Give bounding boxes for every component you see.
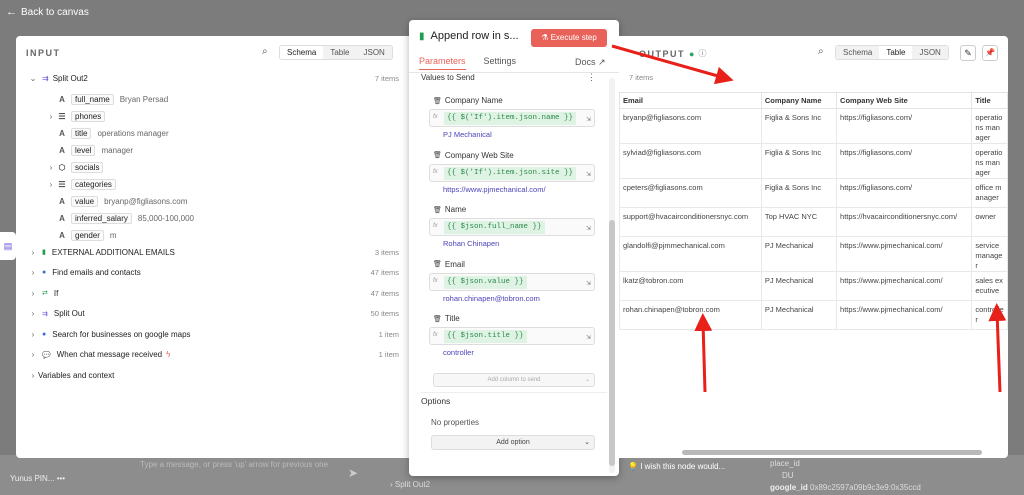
arrow-to-title-column [988,303,1007,393]
annotation-arrows [611,44,1007,393]
arrow-to-output-header [611,44,734,85]
arrow-to-email-column [694,313,713,393]
